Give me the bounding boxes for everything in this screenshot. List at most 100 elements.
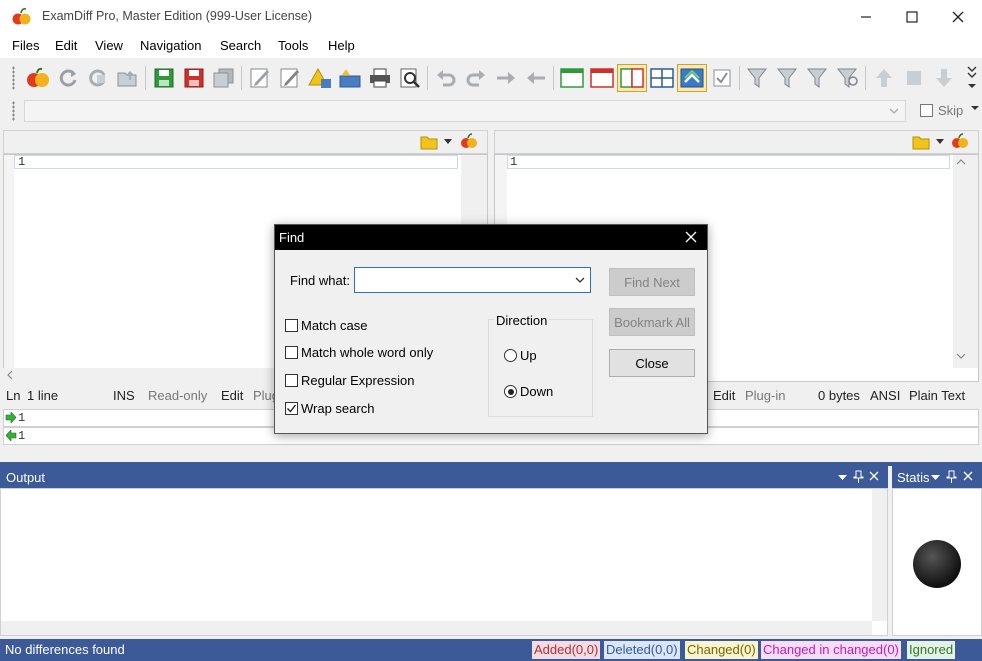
legend-deleted: Deleted(0,0) [604,641,680,659]
chevron-down-icon[interactable] [838,475,847,481]
auto-refresh-icon[interactable] [84,64,112,92]
close-icon[interactable] [869,471,879,481]
close-icon[interactable] [963,471,973,481]
skip-checkbox[interactable] [920,104,933,117]
close-button[interactable]: Close [609,349,695,377]
current-diff-icon[interactable] [900,64,928,92]
warning-icon[interactable] [306,64,334,92]
right-vertical-scrollbar[interactable] [953,155,978,368]
open-folder-icon[interactable] [114,64,142,92]
find-next-button[interactable]: Find Next [609,268,695,296]
output-horizontal-scrollbar[interactable] [1,621,872,635]
sync-scroll-icon[interactable] [677,64,707,92]
chevron-down-icon[interactable] [935,138,945,146]
open-left-icon[interactable] [420,134,438,150]
maximize-button[interactable] [889,0,935,34]
print-preview-icon[interactable] [396,64,424,92]
toolbar-separator [427,66,428,90]
edit-left-icon[interactable] [246,64,274,92]
current-line-highlight [507,155,950,169]
compare-right-icon[interactable] [951,133,969,150]
compare-left-icon[interactable] [460,133,478,150]
find-what-input[interactable] [354,267,591,293]
radio-dot [507,388,514,395]
copy-left-icon[interactable] [522,64,550,92]
legend-added: Added(0,0) [532,641,601,659]
scroll-up-icon[interactable] [956,158,966,166]
single-pane-icon[interactable] [558,64,586,92]
path-combobox[interactable] [24,100,906,122]
refresh-icon[interactable] [54,64,82,92]
folder-compare-icon[interactable] [336,64,364,92]
print-icon[interactable] [366,64,394,92]
status-ln-label: Ln [6,388,21,403]
toolbar-overflow-icon[interactable] [966,64,978,90]
toolbar-grip[interactable] [12,66,15,90]
menu-edit[interactable]: Edit [55,38,77,53]
match-case-checkbox[interactable] [285,319,298,332]
filter-icon[interactable] [744,64,772,92]
pathbar-grip[interactable] [12,101,15,121]
menu-help[interactable]: Help [328,38,355,53]
checkbox-toggle-icon[interactable] [708,64,736,92]
minimize-button[interactable] [843,0,889,34]
legend-ignored: Ignored [907,641,956,659]
edit-right-icon[interactable] [276,64,304,92]
toolbar-separator [739,66,740,90]
menu-search[interactable]: Search [220,38,261,53]
toolbar-separator [553,66,554,90]
prev-diff-icon[interactable] [870,64,898,92]
menu-tools[interactable]: Tools [278,38,308,53]
menu-files[interactable]: Files [12,38,39,53]
copy-right-icon[interactable] [492,64,520,92]
scroll-down-icon[interactable] [956,352,966,360]
direction-up-label: Up [520,348,537,363]
close-icon[interactable] [685,231,697,243]
status-line-count: 1 line [27,388,59,403]
undo-icon[interactable] [432,64,460,92]
direction-down-radio[interactable] [504,385,517,398]
output-content[interactable] [0,488,888,636]
filter-changed-icon[interactable] [804,64,832,92]
next-diff-icon[interactable] [930,64,958,92]
status-readonly: Read-only [148,388,208,403]
find-dialog-title: Find [279,230,305,245]
single-pane-right-icon[interactable] [588,64,616,92]
filter-search-icon[interactable] [834,64,862,92]
direction-up-radio[interactable] [504,349,517,362]
pin-icon[interactable] [853,470,864,483]
bookmark-all-button[interactable]: Bookmark All [609,308,695,336]
output-vertical-scrollbar[interactable] [872,489,887,621]
compare-horizontal-scrollbar[interactable] [3,447,979,461]
chevron-down-icon[interactable] [575,276,585,284]
close-window-button[interactable] [935,0,981,34]
save-all-icon[interactable] [210,64,238,92]
chevron-down-icon[interactable] [970,103,980,115]
save-left-icon[interactable] [150,64,178,92]
wrap-search-checkbox[interactable] [285,402,298,415]
redo-icon[interactable] [462,64,490,92]
chevron-down-icon[interactable] [888,105,900,117]
compare-files-icon[interactable] [24,64,52,92]
match-whole-word-label: Match whole word only [301,345,434,360]
output-panel-header [0,466,888,488]
direction-down-label: Down [520,384,554,399]
arrow-right-icon [5,412,17,423]
skip-label: Skip [938,103,964,118]
line-number: 1 [18,155,26,169]
regex-checkbox[interactable] [285,374,298,387]
scroll-left-icon[interactable] [6,370,14,380]
chevron-down-icon[interactable] [931,475,940,481]
menu-navigation[interactable]: Navigation [140,38,201,53]
status-encoding: ANSI [870,388,901,403]
status-plugin-right: Plug-in [745,388,786,403]
pin-icon[interactable] [946,470,957,483]
side-by-side-icon[interactable] [617,64,647,92]
grid-view-icon[interactable] [648,64,676,92]
chevron-down-icon[interactable] [443,138,453,146]
filter-added-icon[interactable] [774,64,802,92]
menu-view[interactable]: View [95,38,123,53]
match-whole-word-checkbox[interactable] [285,346,298,359]
open-right-icon[interactable] [912,134,930,150]
save-right-icon[interactable] [180,64,208,92]
